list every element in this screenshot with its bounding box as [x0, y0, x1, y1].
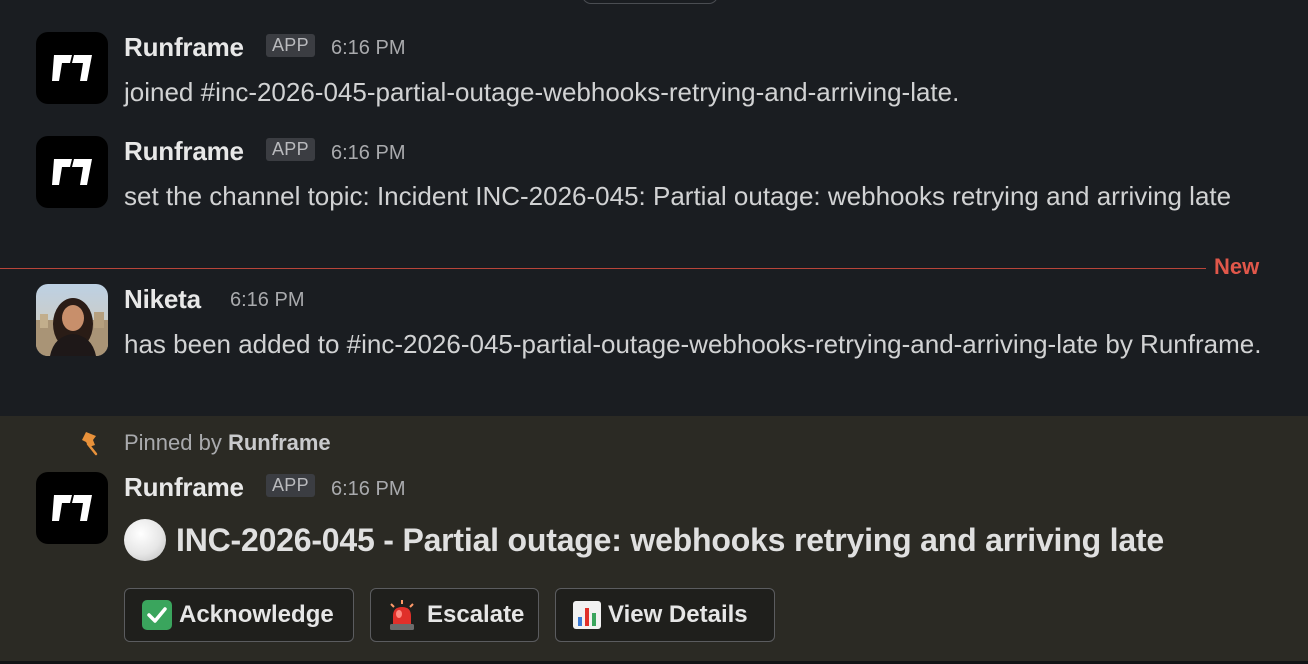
app-badge: APP: [266, 138, 315, 161]
message-timestamp[interactable]: 6:16 PM: [331, 142, 405, 165]
view-details-button-label: View Details: [608, 601, 748, 628]
pushpin-icon: [80, 430, 102, 461]
runframe-logo-icon: [52, 495, 92, 521]
app-badge: APP: [266, 34, 315, 57]
incident-title: INC-2026-045 - Partial outage: webhooks …: [124, 519, 1164, 561]
sender-name[interactable]: Runframe: [124, 472, 244, 503]
view-details-button[interactable]: View Details: [555, 588, 775, 642]
app-badge: APP: [266, 474, 315, 497]
pinned-by-prefix: Pinned by: [124, 430, 222, 455]
message-runframe-topic: Runframe APP 6:16 PM set the channel top…: [0, 130, 1308, 268]
message-timestamp[interactable]: 6:16 PM: [331, 37, 405, 60]
pinned-by-name[interactable]: Runframe: [228, 430, 331, 455]
new-messages-divider: [0, 268, 1206, 269]
siren-icon: [387, 599, 417, 631]
message-text: joined #inc-2026-045-partial-outage-webh…: [124, 77, 960, 107]
acknowledge-button[interactable]: Acknowledge: [124, 588, 354, 642]
escalate-button[interactable]: Escalate: [370, 588, 539, 642]
niketa-avatar[interactable]: [36, 284, 108, 356]
sender-name[interactable]: Runframe: [124, 32, 244, 63]
runframe-logo-icon: [52, 55, 92, 81]
message-timestamp[interactable]: 6:16 PM: [331, 478, 405, 501]
message-runframe-joined: Runframe APP 6:16 PM joined #inc-2026-04…: [0, 0, 1308, 130]
acknowledge-button-label: Acknowledge: [179, 601, 334, 628]
message-text: has been added to #inc-2026-045-partial-…: [124, 329, 1262, 359]
check-mark-icon: [141, 599, 173, 631]
user-photo-icon: [36, 284, 108, 356]
runframe-avatar[interactable]: [36, 32, 108, 104]
bar-chart-icon: [572, 599, 602, 631]
runframe-avatar[interactable]: [36, 136, 108, 208]
sender-name[interactable]: Runframe: [124, 136, 244, 167]
incident-title-text: INC-2026-045 - Partial outage: webhooks …: [176, 521, 1164, 558]
escalate-button-label: Escalate: [427, 601, 525, 628]
message-timestamp[interactable]: 6:16 PM: [230, 289, 304, 312]
white-circle-icon: [124, 519, 166, 561]
pinned-by-label: Pinned by Runframe: [124, 430, 331, 456]
runframe-avatar[interactable]: [36, 472, 108, 544]
sender-name[interactable]: Niketa: [124, 284, 201, 315]
runframe-logo-icon: [52, 159, 92, 185]
message-niketa-added: Niketa 6:16 PM has been added to #inc-20…: [0, 270, 1308, 416]
message-text: set the channel topic: Incident INC-2026…: [124, 181, 1232, 211]
